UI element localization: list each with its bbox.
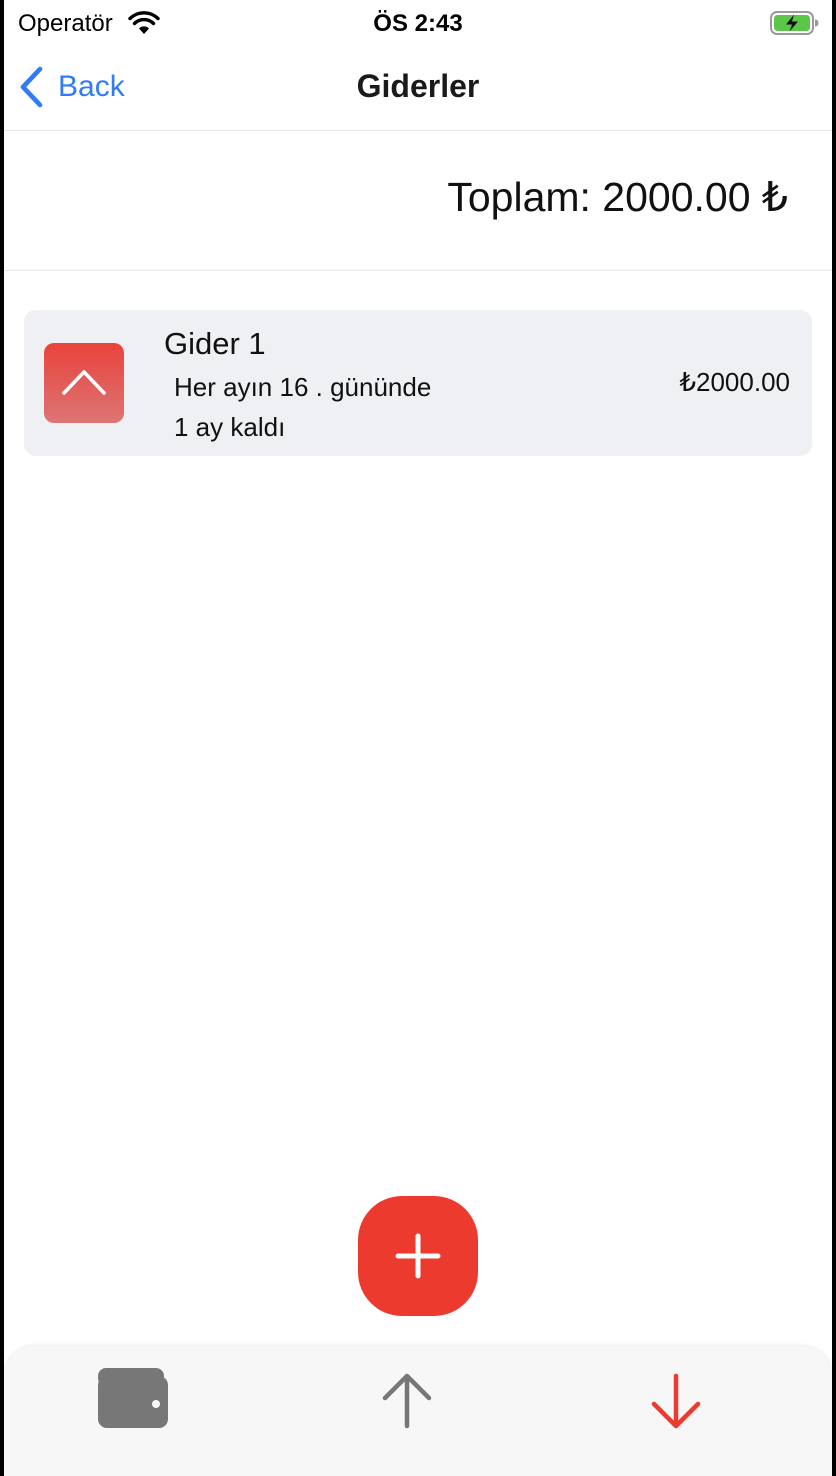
battery-charging-icon [770, 11, 819, 35]
wallet-icon [98, 1368, 168, 1428]
total-amount: Toplam: 2000.00 ₺ [447, 174, 788, 220]
tab-bar [4, 1346, 832, 1476]
status-bar: Operatör ÖS 2:43 [4, 0, 832, 46]
expense-list-item[interactable]: Gider 1 Her ayın 16 . gününde 1 ay kaldı… [24, 310, 812, 456]
chevron-up-icon [62, 370, 106, 395]
arrow-down-icon [651, 1373, 701, 1429]
status-time: ÖS 2:43 [373, 10, 463, 37]
screen: Operatör ÖS 2:43 Back Giderler Toplam: 2… [4, 0, 832, 1476]
arrow-up-icon [382, 1373, 432, 1429]
expense-remaining: 1 ay kaldı [174, 412, 286, 442]
expense-schedule: Her ayın 16 . gününde [174, 372, 432, 402]
page-title: Giderler [356, 68, 480, 104]
tab-wallet[interactable] [88, 1366, 178, 1446]
tab-expense[interactable] [627, 1366, 717, 1446]
navigation-bar: Back Giderler [4, 46, 832, 131]
expense-amount: ₺2000.00 [679, 367, 790, 397]
tab-income[interactable] [358, 1366, 448, 1446]
plus-icon [395, 1233, 441, 1279]
add-expense-button[interactable] [358, 1196, 478, 1316]
expense-type-badge [44, 343, 124, 423]
total-summary: Toplam: 2000.00 ₺ [4, 131, 832, 271]
expense-name: Gider 1 [164, 326, 266, 361]
